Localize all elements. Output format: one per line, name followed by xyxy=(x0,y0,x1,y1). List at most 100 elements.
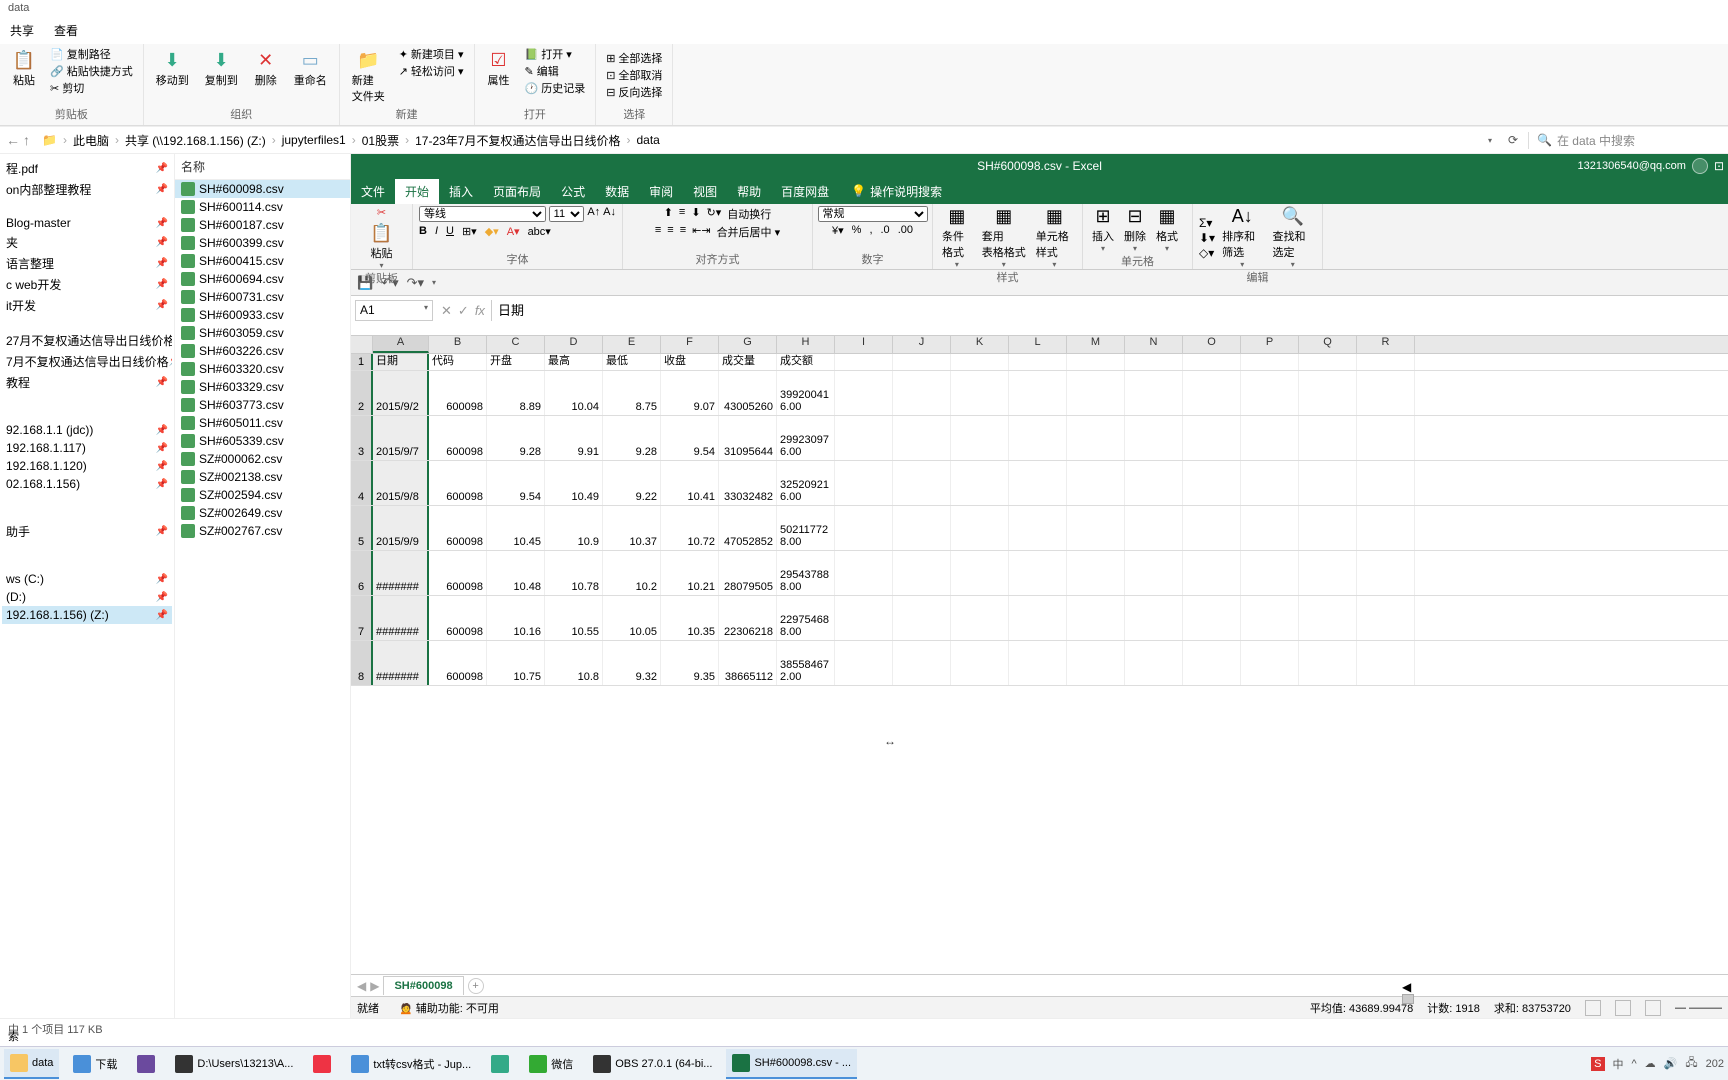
underline-button[interactable]: U xyxy=(446,225,454,238)
increase-font-icon[interactable]: A↑ xyxy=(587,206,600,222)
cell[interactable]: 10.9 xyxy=(545,506,603,550)
excel-tab-帮助[interactable]: 帮助 xyxy=(727,179,771,204)
fill-icon[interactable]: ⬇▾ xyxy=(1199,231,1215,245)
cell[interactable] xyxy=(951,596,1009,640)
select-all-corner[interactable] xyxy=(351,336,373,353)
back-button[interactable]: ← xyxy=(6,132,20,148)
history-button[interactable]: 🕐历史记录 xyxy=(525,80,586,96)
tray-up-icon[interactable]: ^ xyxy=(1632,1058,1637,1070)
cell[interactable]: 600098 xyxy=(429,461,487,505)
col-header-A[interactable]: A xyxy=(373,336,429,353)
excel-tab-数据[interactable]: 数据 xyxy=(595,179,639,204)
cut-icon[interactable]: ✂ xyxy=(377,206,386,219)
new-item-button[interactable]: ✦新建项目 ▾ xyxy=(399,46,464,62)
cell[interactable] xyxy=(951,551,1009,595)
up-button[interactable]: ↑ xyxy=(23,132,30,148)
font-size-select[interactable]: 11 xyxy=(549,206,585,222)
cell[interactable]: 10.16 xyxy=(487,596,545,640)
edit-button[interactable]: ✎编辑 xyxy=(525,63,586,79)
nav-item[interactable]: 192.168.1.120)📌 xyxy=(2,457,172,475)
taskbar-item[interactable]: 微信 xyxy=(523,1049,579,1079)
cell[interactable]: 10.04 xyxy=(545,371,603,415)
cell[interactable] xyxy=(893,371,951,415)
horizontal-scrollbar[interactable]: ◀ xyxy=(1402,980,1722,992)
cell[interactable] xyxy=(893,354,951,370)
cell[interactable]: 299230976.00 xyxy=(777,416,835,460)
cell[interactable] xyxy=(1241,371,1299,415)
cell[interactable]: 10.55 xyxy=(545,596,603,640)
sheet-nav-next[interactable]: ▶ xyxy=(370,979,379,993)
cell[interactable] xyxy=(1357,371,1415,415)
cell[interactable]: 10.49 xyxy=(545,461,603,505)
delete-cells-button[interactable]: ⊟删除▾ xyxy=(1121,206,1149,253)
row-header-7[interactable]: 7 xyxy=(351,596,373,640)
cell[interactable]: 502117728.00 xyxy=(777,506,835,550)
file-item[interactable]: SH#605011.csv xyxy=(175,414,350,432)
cell[interactable] xyxy=(1125,596,1183,640)
cell[interactable] xyxy=(1067,371,1125,415)
cell[interactable]: 9.07 xyxy=(661,371,719,415)
cell[interactable]: 10.21 xyxy=(661,551,719,595)
page-break-button[interactable] xyxy=(1645,1000,1661,1016)
comma-icon[interactable]: , xyxy=(869,224,872,237)
cell[interactable] xyxy=(1241,354,1299,370)
cell[interactable] xyxy=(1009,371,1067,415)
cell[interactable] xyxy=(1183,596,1241,640)
format-cells-button[interactable]: ▦格式▾ xyxy=(1153,206,1181,253)
nav-item[interactable]: 语言整理📌 xyxy=(2,253,172,274)
col-header-P[interactable]: P xyxy=(1241,336,1299,353)
find-select-button[interactable]: 🔍查找和选定▾ xyxy=(1270,206,1316,269)
tray-time[interactable]: 202 xyxy=(1706,1058,1724,1070)
col-header-J[interactable]: J xyxy=(893,336,951,353)
col-header-N[interactable]: N xyxy=(1125,336,1183,353)
copy-path-button[interactable]: 📄复制路径 xyxy=(50,46,133,62)
currency-icon[interactable]: ¥▾ xyxy=(832,224,844,237)
col-header-K[interactable]: K xyxy=(951,336,1009,353)
select-none-button[interactable]: ⊡全部取消 xyxy=(606,67,662,83)
fx-icon[interactable]: fx xyxy=(475,303,485,318)
paste-shortcut-button[interactable]: 🔗粘贴快捷方式 xyxy=(50,63,133,79)
cell[interactable] xyxy=(1357,416,1415,460)
taskbar-item[interactable]: txt转csv格式 - Jup... xyxy=(345,1049,477,1079)
tell-me-input[interactable]: 操作说明搜索 xyxy=(870,183,942,200)
font-color-button[interactable]: A▾ xyxy=(507,225,520,238)
cell[interactable] xyxy=(1183,506,1241,550)
excel-tab-审阅[interactable]: 审阅 xyxy=(639,179,683,204)
cell[interactable]: 600098 xyxy=(429,551,487,595)
cell[interactable] xyxy=(1241,506,1299,550)
cell[interactable]: 成交额 xyxy=(777,354,835,370)
open-button[interactable]: 📗打开 ▾ xyxy=(525,46,586,62)
align-top-icon[interactable]: ⬆ xyxy=(664,206,673,222)
cell[interactable] xyxy=(1067,416,1125,460)
cell[interactable]: 399200416.00 xyxy=(777,371,835,415)
cell[interactable] xyxy=(1067,506,1125,550)
systray[interactable]: S 中 ^ ☁ 🔊 🖧 202 xyxy=(1591,1054,1724,1073)
cell[interactable] xyxy=(1067,596,1125,640)
cell[interactable]: 2015/9/9 xyxy=(373,506,429,550)
cell[interactable] xyxy=(1125,551,1183,595)
cell[interactable]: 9.22 xyxy=(603,461,661,505)
font-name-select[interactable]: 等线 xyxy=(419,206,546,222)
cell[interactable] xyxy=(1009,596,1067,640)
cell[interactable] xyxy=(951,641,1009,685)
cell[interactable] xyxy=(835,416,893,460)
dec-decimal-icon[interactable]: .00 xyxy=(898,224,913,237)
phonetic-button[interactable]: abc▾ xyxy=(528,225,551,238)
row-header-2[interactable]: 2 xyxy=(351,371,373,415)
excel-tab-文件[interactable]: 文件 xyxy=(351,179,395,204)
cell[interactable] xyxy=(951,354,1009,370)
file-item[interactable]: SH#605339.csv xyxy=(175,432,350,450)
merge-button[interactable]: 合并后居中 ▾ xyxy=(717,224,781,240)
cut-button[interactable]: ✂剪切 xyxy=(50,80,133,96)
cell[interactable]: 22306218 xyxy=(719,596,777,640)
table-format-button[interactable]: ▦套用 表格格式▾ xyxy=(979,206,1029,269)
cell[interactable] xyxy=(1125,371,1183,415)
cell[interactable] xyxy=(893,641,951,685)
col-header-I[interactable]: I xyxy=(835,336,893,353)
taskbar-item[interactable] xyxy=(485,1049,515,1079)
col-header-L[interactable]: L xyxy=(1009,336,1067,353)
cell[interactable] xyxy=(835,596,893,640)
cell[interactable] xyxy=(1299,551,1357,595)
cell[interactable] xyxy=(1241,641,1299,685)
cell[interactable] xyxy=(1299,506,1357,550)
